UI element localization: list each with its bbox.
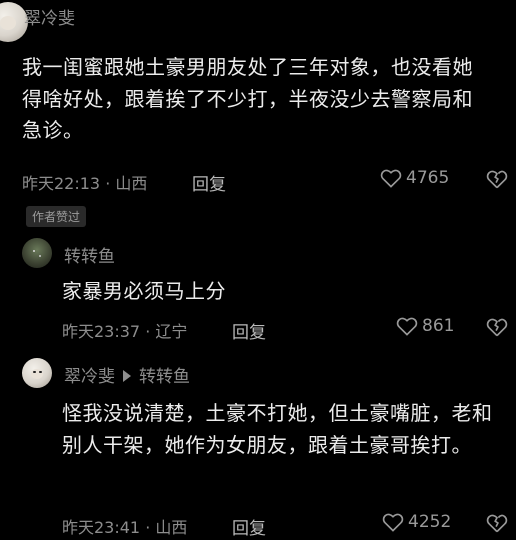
heart-outline-icon xyxy=(382,512,404,532)
dislike-button[interactable] xyxy=(486,169,508,189)
dislike-button[interactable] xyxy=(486,317,508,337)
like-button[interactable]: 4252 xyxy=(382,512,451,532)
comment-username[interactable]: 翠冷斐 xyxy=(24,4,75,29)
reply-button[interactable]: 回复 xyxy=(232,318,266,343)
like-button[interactable]: 861 xyxy=(396,316,454,336)
reply-arrow-icon xyxy=(123,370,131,382)
broken-heart-icon xyxy=(486,317,508,337)
author-liked-badge: 作者赞过 xyxy=(26,206,87,227)
comment-time-location: 昨天22:13 · 山西 xyxy=(22,174,148,193)
reply-to-username[interactable]: 转转鱼 xyxy=(139,367,190,387)
avatar[interactable] xyxy=(22,358,52,388)
comment-content: 家暴男必须马上分 xyxy=(62,279,226,303)
comment-content: 我一闺蜜跟她土豪男朋友处了三年对象，也没看她得啥好处，跟着挨了不少打，半夜没少去… xyxy=(22,55,473,142)
like-count: 4765 xyxy=(406,168,450,188)
dislike-button[interactable] xyxy=(486,513,508,533)
comment-time-location: 昨天23:41 · 山西 xyxy=(62,518,188,537)
broken-heart-icon xyxy=(486,169,508,189)
comment-reply-header[interactable]: 翠冷斐 转转鱼 xyxy=(64,362,190,387)
comment-content: 怪我没说清楚，土豪不打她，但土豪嘴脏，老和别人干架，她作为女朋友，跟着土豪哥挨打… xyxy=(62,401,493,457)
heart-outline-icon xyxy=(396,316,418,336)
comment-time-location: 昨天23:37 · 辽宁 xyxy=(62,322,188,341)
broken-heart-icon xyxy=(486,513,508,533)
comment-username[interactable]: 翠冷斐 xyxy=(64,367,115,387)
comment-username[interactable]: 转转鱼 xyxy=(64,242,115,267)
heart-outline-icon xyxy=(380,168,402,188)
like-count: 861 xyxy=(422,316,455,336)
avatar[interactable] xyxy=(22,238,52,268)
reply-button[interactable]: 回复 xyxy=(232,514,266,539)
like-count: 4252 xyxy=(408,512,452,532)
reply-button[interactable]: 回复 xyxy=(192,170,226,195)
like-button[interactable]: 4765 xyxy=(380,168,449,188)
